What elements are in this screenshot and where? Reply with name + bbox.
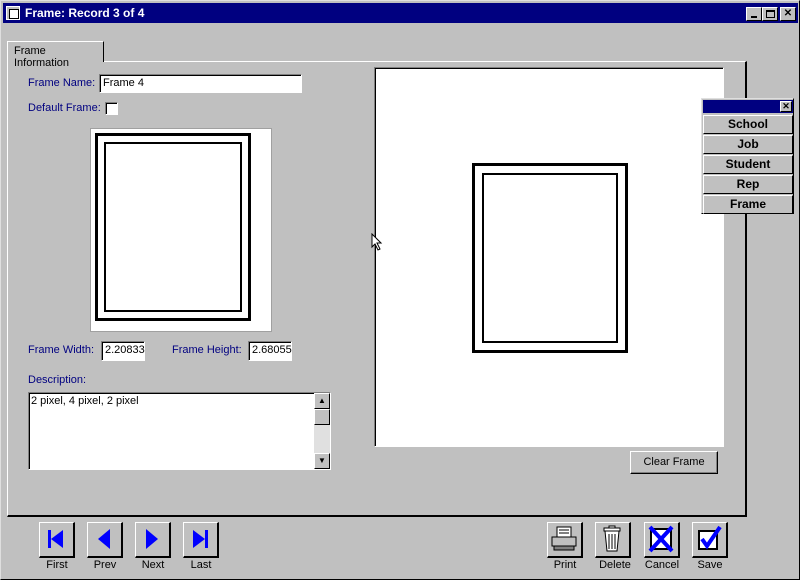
frame-name-input[interactable]: Frame 4 xyxy=(99,74,302,93)
description-label: Description: xyxy=(28,374,87,386)
prev-icon xyxy=(98,529,110,549)
minimize-icon xyxy=(751,16,757,18)
palette-school-button[interactable]: School xyxy=(703,115,793,134)
close-icon: ✕ xyxy=(782,101,790,111)
trash-icon xyxy=(603,525,621,552)
next-label: Next xyxy=(141,559,165,571)
tab-frame-information[interactable]: Frame Information xyxy=(7,41,104,69)
frame-width-input[interactable]: 2.20833 xyxy=(101,341,145,361)
window-title: Frame: Record 3 of 4 xyxy=(25,6,145,20)
minimize-button[interactable] xyxy=(746,7,762,21)
arrow-down-icon: ▼ xyxy=(318,456,326,465)
palette-title-bar[interactable]: ✕ xyxy=(703,100,793,113)
close-icon: ✕ xyxy=(783,8,793,19)
prev-label: Prev xyxy=(93,559,117,571)
arrow-up-icon: ▲ xyxy=(318,396,326,405)
frame-thumbnail xyxy=(90,128,272,332)
frame-height-input[interactable]: 2.68055 xyxy=(248,341,292,361)
scroll-thumb[interactable] xyxy=(314,409,330,425)
frame-name-label: Frame Name: xyxy=(28,77,96,89)
main-window: Frame: Record 3 of 4 ✕ Frame Information… xyxy=(0,0,800,580)
save-checkmark-icon xyxy=(698,525,722,550)
last-label: Last xyxy=(190,559,212,571)
last-record-button[interactable] xyxy=(183,522,219,558)
preview-frame-inner xyxy=(482,173,618,343)
palette-close-button[interactable]: ✕ xyxy=(780,101,792,112)
maximize-icon xyxy=(766,10,775,18)
title-bar[interactable]: Frame: Record 3 of 4 ✕ xyxy=(3,3,798,23)
cancel-button[interactable] xyxy=(644,522,680,558)
navigation-palette: ✕ School Job Student Rep Frame xyxy=(701,98,794,214)
last-icon xyxy=(193,530,208,548)
prev-record-button[interactable] xyxy=(87,522,123,558)
app-icon[interactable] xyxy=(6,6,20,20)
cancel-label: Cancel xyxy=(644,559,680,571)
print-button[interactable] xyxy=(547,522,583,558)
mouse-cursor-icon xyxy=(371,233,383,251)
printer-icon xyxy=(551,526,577,551)
description-textarea[interactable]: 2 pixel, 4 pixel, 2 pixel ▲ ▼ xyxy=(28,392,331,470)
first-icon xyxy=(48,530,63,548)
palette-rep-button[interactable]: Rep xyxy=(703,175,793,194)
frame-width-label: Frame Width: xyxy=(28,344,95,356)
first-label: First xyxy=(46,559,68,571)
next-icon xyxy=(146,529,158,549)
delete-label: Delete xyxy=(599,559,631,571)
scroll-up-button[interactable]: ▲ xyxy=(314,393,330,409)
cancel-icon xyxy=(648,525,674,553)
default-frame-label: Default Frame: xyxy=(28,102,101,114)
description-scrollbar[interactable]: ▲ ▼ xyxy=(314,393,330,469)
description-text: 2 pixel, 4 pixel, 2 pixel xyxy=(31,395,139,407)
scroll-down-button[interactable]: ▼ xyxy=(314,453,330,469)
maximize-button[interactable] xyxy=(762,7,778,21)
frame-height-label: Frame Height: xyxy=(172,344,242,356)
default-frame-checkbox[interactable] xyxy=(105,102,118,115)
print-label: Print xyxy=(553,559,577,571)
palette-student-button[interactable]: Student xyxy=(703,155,793,174)
first-record-button[interactable] xyxy=(39,522,75,558)
save-button[interactable] xyxy=(692,522,728,558)
palette-job-button[interactable]: Job xyxy=(703,135,793,154)
palette-frame-button[interactable]: Frame xyxy=(703,195,793,214)
save-label: Save xyxy=(697,559,723,571)
next-record-button[interactable] xyxy=(135,522,171,558)
thumbnail-frame-inner xyxy=(104,142,242,312)
delete-button[interactable] xyxy=(595,522,631,558)
clear-frame-button[interactable]: Clear Frame xyxy=(630,451,718,474)
close-button[interactable]: ✕ xyxy=(780,7,796,21)
frame-preview-canvas[interactable] xyxy=(374,67,724,447)
